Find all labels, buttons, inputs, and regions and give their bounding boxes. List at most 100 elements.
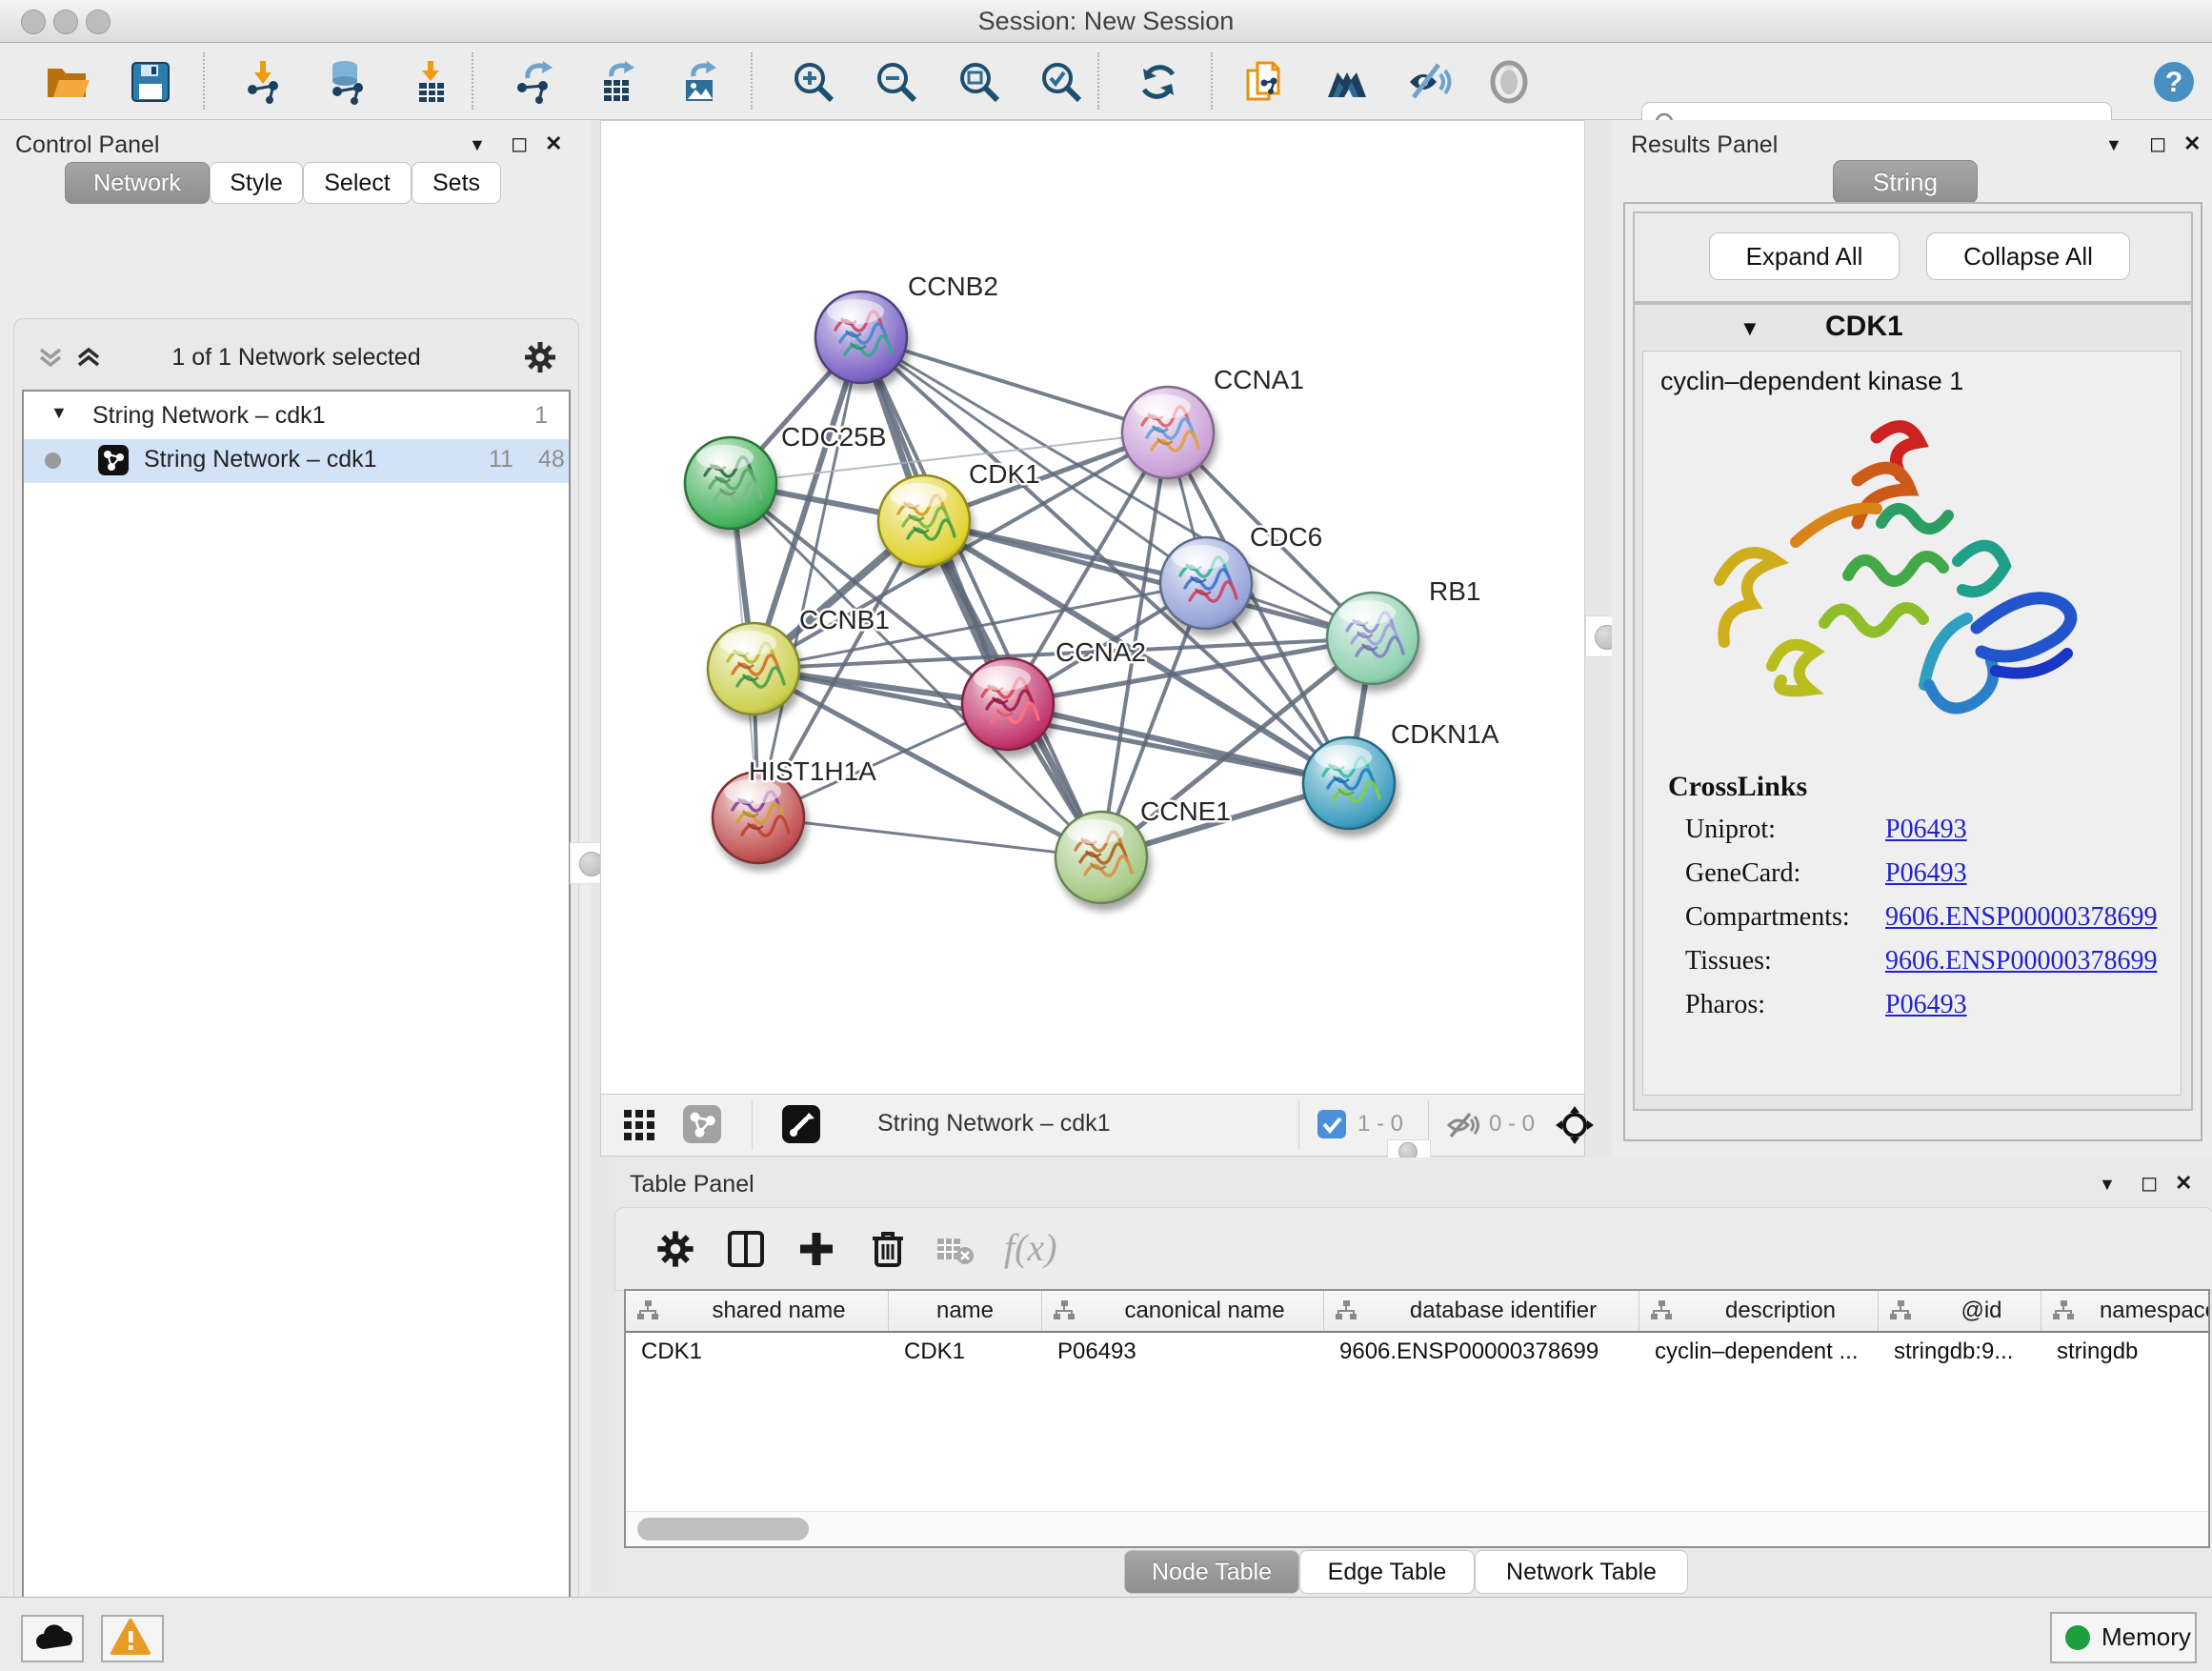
close-panel-icon[interactable]: ✕ [2183,131,2201,156]
hide-unhide-icon[interactable] [1406,59,1452,105]
hidden-eye-slash-icon[interactable] [1445,1108,1479,1142]
network-view-toolbar: String Network – cdk1 1 - 0 0 - 0 [600,1094,1585,1157]
duplicate-network-icon[interactable] [1242,59,1288,105]
close-panel-icon[interactable]: ✕ [545,131,562,156]
float-panel-icon[interactable]: ▼ [469,135,486,155]
search-toolkit-icon[interactable] [1324,59,1370,105]
column-header[interactable]: name [889,1291,1042,1331]
table-cell[interactable]: CDK1 [641,1339,884,1365]
selected-checkbox-icon[interactable] [1317,1110,1346,1138]
network-collection-row[interactable]: ▼ String Network – cdk1 1 [24,395,569,439]
svg-text:CCNA1: CCNA1 [1214,365,1304,394]
node-table[interactable]: shared namenamecanonical namedatabase id… [624,1289,2210,1548]
svg-text:CCNA2: CCNA2 [1056,637,1146,667]
zoom-fit-icon[interactable] [956,59,1002,105]
tab-string[interactable]: String [1833,160,1978,204]
collection-label: String Network – cdk1 [92,402,326,430]
network-row-selected[interactable]: String Network – cdk1 11 48 [24,439,569,483]
maximize-panel-icon[interactable]: ◻ [511,131,528,156]
cloud-status-button[interactable] [21,1615,84,1662]
scrollbar-handle[interactable] [637,1518,809,1540]
tab-node-table[interactable]: Node Table [1124,1550,1299,1594]
save-session-icon[interactable] [128,59,173,105]
export-network-icon[interactable] [511,59,556,105]
column-header[interactable]: description [1639,1291,1879,1331]
zoom-selected-icon[interactable] [1038,59,1084,105]
tab-sets[interactable]: Sets [412,162,501,204]
column-header[interactable]: namespace [2041,1291,2210,1331]
expand-all-button[interactable]: Expand All [1709,232,1900,280]
status-bar: Memory [0,1597,2212,1671]
export-image-icon[interactable] [676,59,722,105]
level-of-detail-icon[interactable] [1486,59,1532,105]
crosslink-link[interactable]: 9606.ENSP00000378699 [1885,946,2157,976]
tab-select[interactable]: Select [303,162,412,204]
network-edge-count: 48 [538,446,565,473]
crosslink-link[interactable]: P06493 [1885,858,1967,889]
create-column-plus-icon[interactable] [796,1229,836,1269]
crosslink-row: GeneCard: P06493 [1685,858,2171,902]
svg-text:CCNB2: CCNB2 [908,272,998,301]
collection-count: 1 [534,402,548,430]
import-table-icon[interactable] [408,59,453,105]
string-results-card: Expand All Collapse All ▼ CDK1 cyclin–de… [1623,202,2202,1141]
export-table-icon[interactable] [594,59,640,105]
open-session-icon[interactable] [44,59,90,105]
crosslink-link[interactable]: P06493 [1885,815,1967,845]
maximize-panel-icon[interactable]: ◻ [2149,131,2166,156]
table-cell[interactable]: P06493 [1057,1339,1319,1365]
birds-eye-view-icon[interactable] [782,1105,820,1143]
network-node-CDC6 [1160,537,1252,629]
tab-network[interactable]: Network [65,162,210,204]
horizontal-scrollbar[interactable] [626,1511,2208,1546]
refresh-icon[interactable] [1136,59,1181,105]
protein-section: ▼ CDK1 cyclin–dependent kinase 1 [1633,303,2193,1111]
toolbar-separator [751,52,753,110]
warning-status-button[interactable] [101,1615,164,1662]
column-header[interactable]: canonical name [1042,1291,1324,1331]
section-expander-icon[interactable]: ▼ [1739,316,1760,341]
network-options-gear-icon[interactable] [523,340,557,374]
collapse-all-button[interactable]: Collapse All [1926,232,2130,280]
table-cell[interactable]: CDK1 [904,1339,1037,1365]
tab-style[interactable]: Style [210,162,303,204]
crosslink-link[interactable]: P06493 [1885,990,1967,1020]
expand-collapse-bar: Expand All Collapse All [1633,211,2193,303]
protein-name: CDK1 [1825,311,1903,343]
protein-section-header[interactable]: ▼ CDK1 [1635,305,2191,349]
zoom-in-icon[interactable] [791,59,836,105]
table-cell[interactable]: 9606.ENSP00000378699 [1339,1339,1635,1365]
results-panel-title: Results Panel [1631,131,1778,159]
import-network-from-database-icon[interactable] [324,59,370,105]
tab-network-table[interactable]: Network Table [1475,1550,1688,1594]
collection-expander-icon[interactable]: ▼ [50,403,68,423]
string-style-icon[interactable] [683,1105,721,1143]
memory-button[interactable]: Memory [2050,1612,2197,1663]
svg-text:HIST1H1A: HIST1H1A [749,756,876,786]
maximize-panel-icon[interactable]: ◻ [2141,1171,2158,1196]
crosslink-row: Tissues: 9606.ENSP00000378699 [1685,946,2171,990]
tab-edge-table[interactable]: Edge Table [1299,1550,1475,1594]
close-panel-icon[interactable]: ✕ [2175,1171,2192,1196]
column-header[interactable]: database identifier [1324,1291,1639,1331]
table-cell[interactable]: stringdb:9... [1894,1339,2037,1365]
table-panel-title: Table Panel [630,1171,754,1198]
import-network-icon[interactable] [240,59,286,105]
show-columns-icon[interactable] [726,1229,766,1269]
control-panel: Control Panel ▼ ◻ ✕ Network Style Select… [0,120,591,1596]
network-canvas[interactable]: CDK1CCNB1CCNB2CCNA1CCNA2CCNE1CDC25BCDC6C… [600,120,1585,1096]
float-panel-icon[interactable]: ▼ [2105,135,2122,155]
delete-column-trash-icon[interactable] [867,1227,909,1269]
column-header[interactable]: @id [1879,1291,2041,1331]
fit-content-crosshair-icon[interactable] [1554,1104,1596,1146]
network-graph[interactable]: CDK1CCNB1CCNB2CCNA1CCNA2CCNE1CDC25BCDC6C… [601,121,1584,1095]
table-options-gear-icon[interactable] [655,1229,695,1269]
zoom-out-icon[interactable] [874,59,919,105]
float-panel-icon[interactable]: ▼ [2099,1175,2116,1195]
crosslink-link[interactable]: 9606.ENSP00000378699 [1885,902,2157,933]
grid-view-icon[interactable] [622,1108,656,1142]
table-cell[interactable]: stringdb [2057,1339,2210,1365]
help-icon[interactable]: ? [2151,59,2197,105]
table-cell[interactable]: cyclin–dependent ... [1655,1339,1874,1365]
column-header[interactable]: shared name [626,1291,889,1331]
